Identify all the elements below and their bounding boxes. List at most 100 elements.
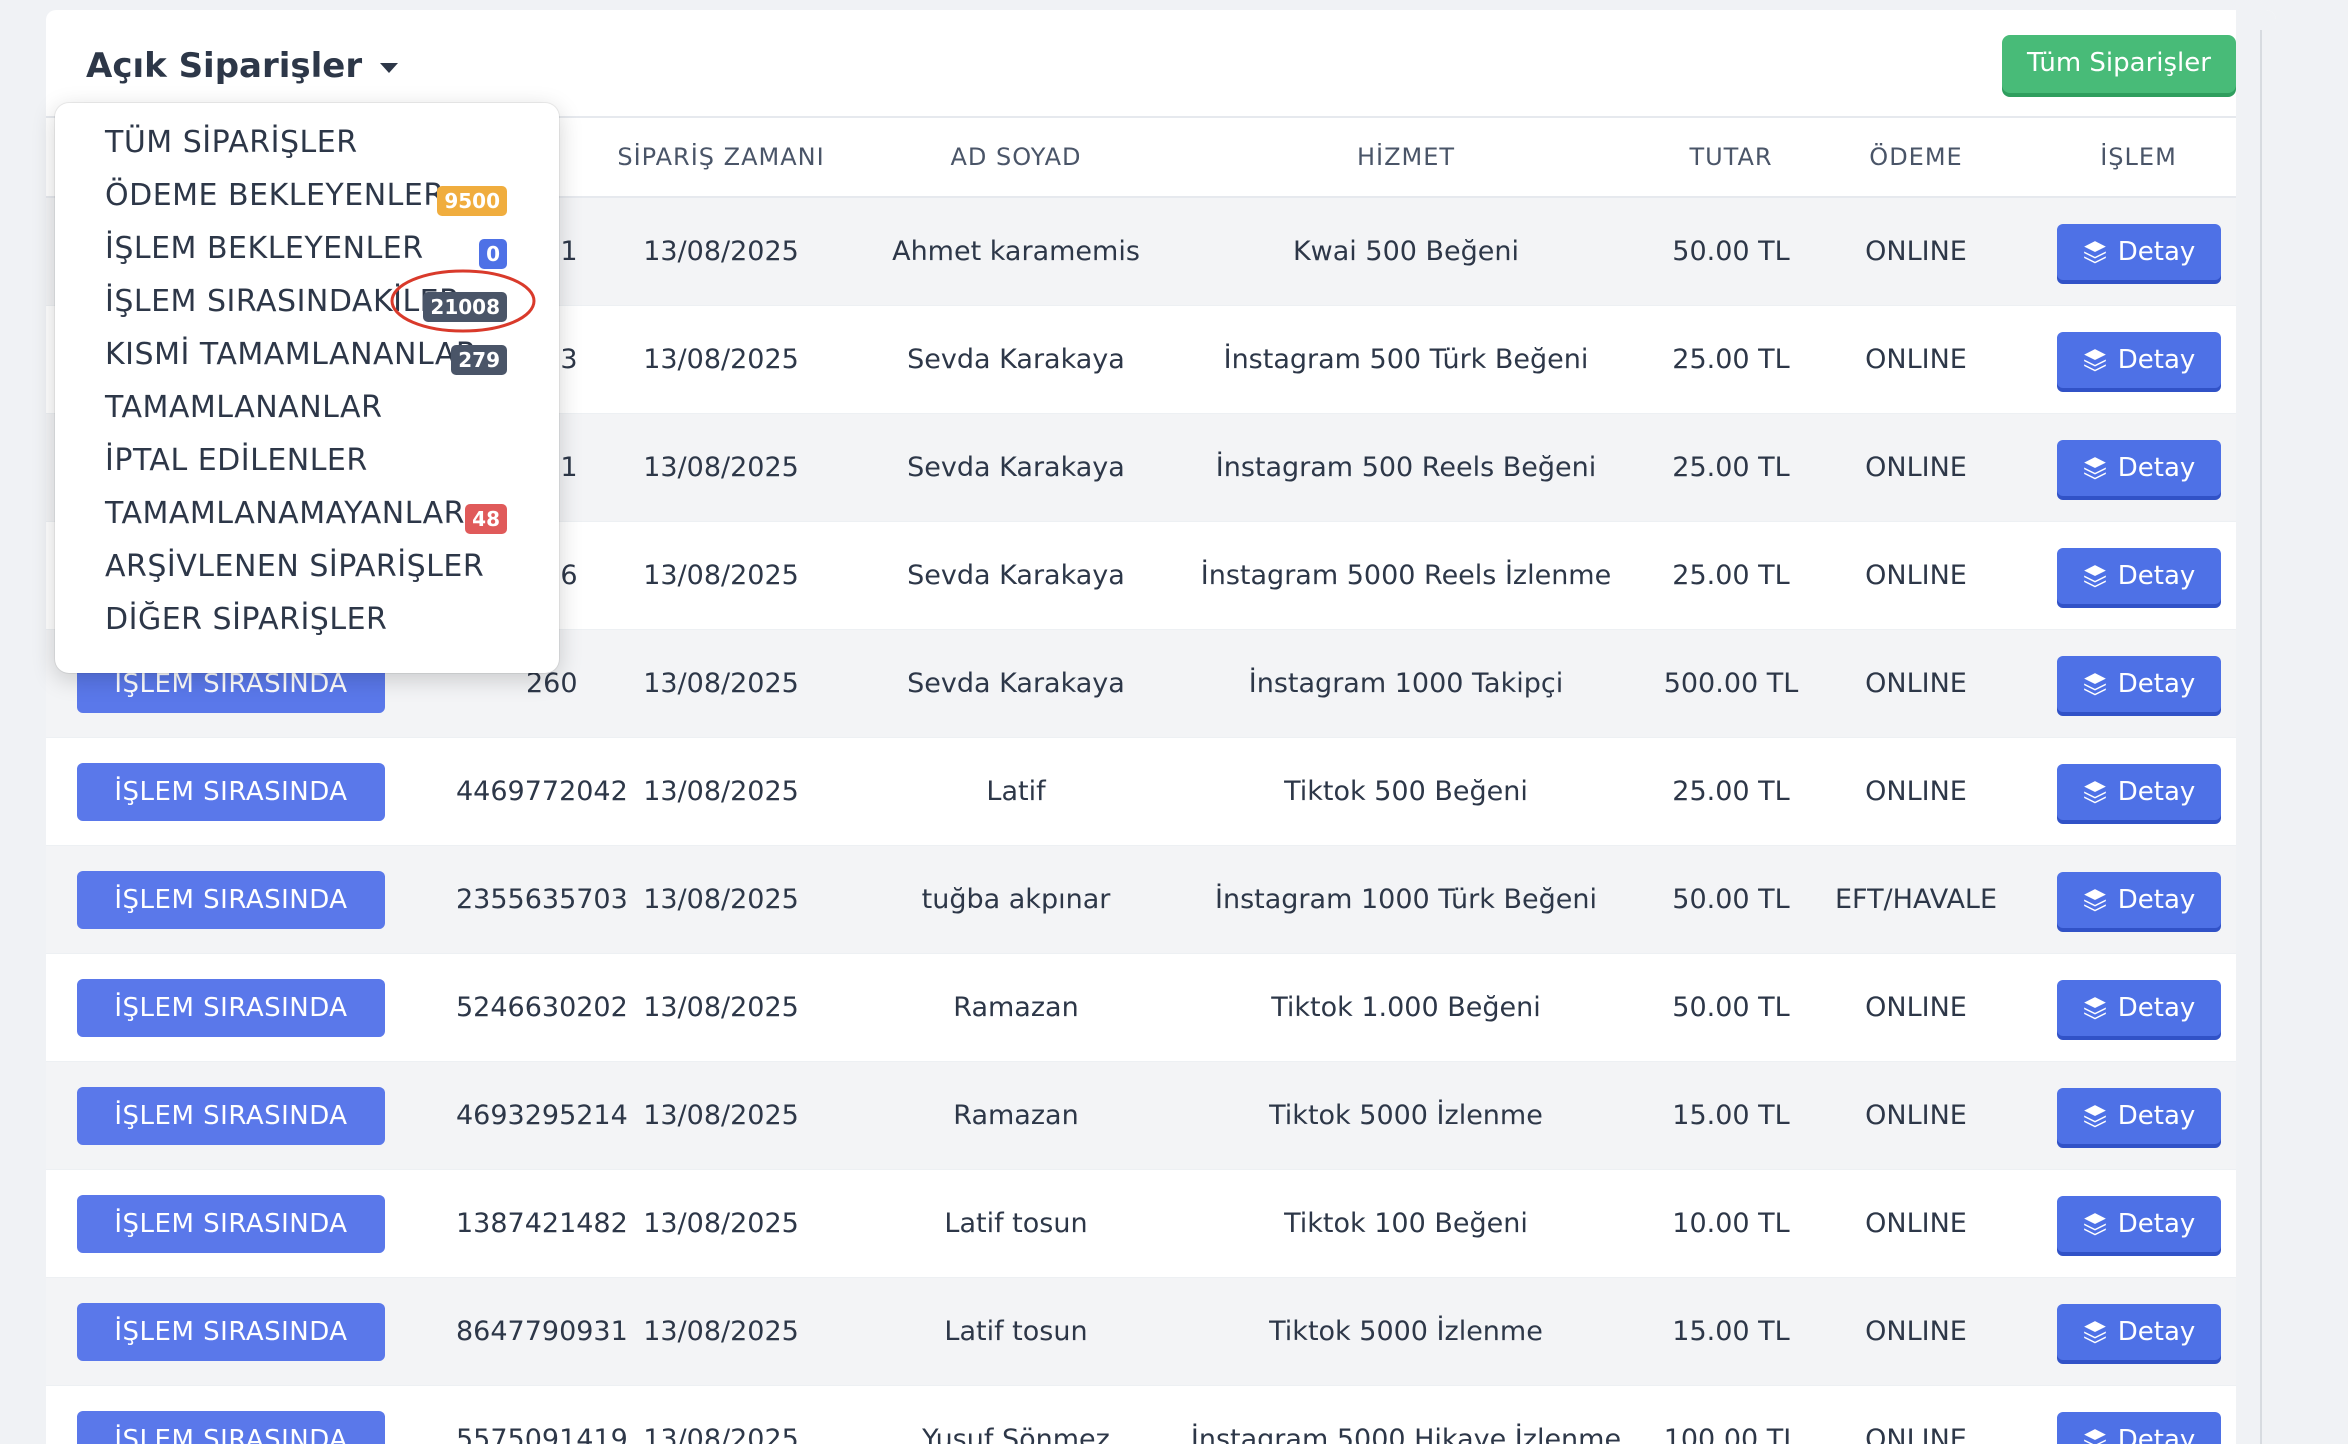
dropdown-item[interactable]: TAMAMLANAMAYANLAR xyxy=(105,496,465,531)
order-time-cell: 13/08/2025 xyxy=(591,1061,851,1170)
detail-button[interactable]: Detay xyxy=(2056,439,2221,496)
service-cell: Tiktok 100 Beğeni xyxy=(1181,1169,1631,1278)
detail-button[interactable]: Detay xyxy=(2056,763,2221,820)
table-row: İŞLEM SIRASINDA 8647790931 13/08/2025 Latif… xyxy=(46,1277,2276,1386)
detail-button[interactable]: Detay xyxy=(2056,331,2221,388)
order-filter-dropdown-menu: TÜM SİPARİŞLER ÖDEME BEKLEYENLER 9500 İŞLEM… xyxy=(55,103,559,673)
detail-button[interactable]: Detay xyxy=(2056,655,2221,712)
payment-cell: ONLINE xyxy=(1831,737,2001,846)
detail-button[interactable]: Detay xyxy=(2056,1411,2221,1444)
table-row: İŞLEM SIRASINDA 1387421482 13/08/2025 Latif… xyxy=(46,1169,2276,1278)
customer-name-cell: Latif tosun xyxy=(851,1277,1181,1386)
detail-button[interactable]: Detay xyxy=(2056,871,2221,928)
dropdown-item[interactable]: İŞLEM SIRASINDAKİLER xyxy=(105,284,460,319)
status-button[interactable]: İŞLEM SIRASINDA xyxy=(77,1302,385,1361)
detail-button[interactable]: Detay xyxy=(2056,1087,2221,1144)
dropdown-item[interactable]: İŞLEM BEKLEYENLER xyxy=(105,231,424,266)
status-button[interactable]: İŞLEM SIRASINDA xyxy=(77,1086,385,1145)
detail-button-label: Detay xyxy=(2117,560,2196,591)
detail-button-label: Detay xyxy=(2117,884,2196,915)
service-cell: İnstagram 1000 Takipçi xyxy=(1181,629,1631,738)
status-button[interactable]: İŞLEM SIRASINDA xyxy=(77,870,385,929)
detail-button-label: Detay xyxy=(2117,668,2196,699)
table-row: İŞLEM SIRASINDA 2355635703 13/08/2025 tuğba… xyxy=(46,845,2276,954)
service-cell: Tiktok 500 Beğeni xyxy=(1181,737,1631,846)
status-button[interactable]: İŞLEM SIRASINDA xyxy=(77,762,385,821)
amount-cell: 15.00 TL xyxy=(1631,1061,1831,1170)
order-time-cell: 13/08/2025 xyxy=(591,413,851,522)
action-cell: Detay xyxy=(2001,953,2276,1062)
count-badge: 9500 xyxy=(437,186,507,216)
payment-cell: ONLINE xyxy=(1831,521,2001,630)
customer-name-cell: Latif tosun xyxy=(851,1169,1181,1278)
dropdown-item[interactable]: ÖDEME BEKLEYENLER xyxy=(105,178,445,213)
status-button[interactable]: İŞLEM SIRASINDA xyxy=(77,1410,385,1444)
service-cell: İnstagram 500 Reels Beğeni xyxy=(1181,413,1631,522)
dropdown-item[interactable]: ARŞİVLENEN SİPARİŞLER xyxy=(105,549,484,584)
status-button[interactable]: İŞLEM SIRASINDA xyxy=(77,1194,385,1253)
order-code-cell: 5246630202 xyxy=(416,953,628,1062)
service-cell: Tiktok 5000 İzlenme xyxy=(1181,1277,1631,1386)
action-cell: Detay xyxy=(2001,413,2276,522)
column-header: AD SOYAD xyxy=(851,118,1181,198)
scrollbar-line xyxy=(2260,30,2262,1444)
customer-name-cell: Ramazan xyxy=(851,953,1181,1062)
amount-cell: 500.00 TL xyxy=(1631,629,1831,738)
payment-cell: ONLINE xyxy=(1831,953,2001,1062)
order-code-cell: 4469772042 xyxy=(416,737,628,846)
all-orders-button[interactable]: Tüm Siparişler xyxy=(2002,35,2236,93)
customer-name-cell: Yusuf Sönmez xyxy=(851,1385,1181,1444)
customer-name-cell: Sevda Karakaya xyxy=(851,629,1181,738)
open-orders-dropdown-toggle[interactable]: Açık Siparişler xyxy=(86,46,399,86)
layers-icon xyxy=(2082,563,2108,589)
detail-button[interactable]: Detay xyxy=(2056,1195,2221,1252)
status-cell: İŞLEM SIRASINDA xyxy=(46,737,416,846)
dropdown-item[interactable]: İPTAL EDİLENLER xyxy=(105,443,368,478)
service-cell: Tiktok 5000 İzlenme xyxy=(1181,1061,1631,1170)
dropdown-item[interactable]: TAMAMLANANLAR xyxy=(105,390,382,425)
layers-icon xyxy=(2082,671,2108,697)
customer-name-cell: Ramazan xyxy=(851,1061,1181,1170)
detail-button-label: Detay xyxy=(2117,776,2196,807)
status-button[interactable]: İŞLEM SIRASINDA xyxy=(77,978,385,1037)
action-cell: Detay xyxy=(2001,1169,2276,1278)
table-row: İŞLEM SIRASINDA 4469772042 13/08/2025 Latif… xyxy=(46,737,2276,846)
order-code-cell: 8647790931 xyxy=(416,1277,628,1386)
detail-button[interactable]: Detay xyxy=(2056,979,2221,1036)
detail-button[interactable]: Detay xyxy=(2056,223,2221,280)
service-cell: İnstagram 1000 Türk Beğeni xyxy=(1181,845,1631,954)
amount-cell: 25.00 TL xyxy=(1631,737,1831,846)
column-header: HİZMET xyxy=(1181,118,1631,198)
order-code-cell: 1387421482 xyxy=(416,1169,628,1278)
detail-button-label: Detay xyxy=(2117,344,2196,375)
layers-icon xyxy=(2082,455,2108,481)
amount-cell: 10.00 TL xyxy=(1631,1169,1831,1278)
order-time-cell: 13/08/2025 xyxy=(591,845,851,954)
status-cell: İŞLEM SIRASINDA xyxy=(46,1385,416,1444)
dropdown-item[interactable]: KISMİ TAMAMLANANLAR xyxy=(105,337,477,372)
dropdown-item[interactable]: DİĞER SİPARİŞLER xyxy=(105,602,387,637)
status-cell: İŞLEM SIRASINDA xyxy=(46,1061,416,1170)
order-time-cell: 13/08/2025 xyxy=(591,1277,851,1386)
order-time-cell: 13/08/2025 xyxy=(591,305,851,414)
action-cell: Detay xyxy=(2001,1385,2276,1444)
amount-cell: 50.00 TL xyxy=(1631,197,1831,306)
detail-button[interactable]: Detay xyxy=(2056,1303,2221,1360)
status-cell: İŞLEM SIRASINDA xyxy=(46,1169,416,1278)
order-time-cell: 13/08/2025 xyxy=(591,737,851,846)
payment-cell: ONLINE xyxy=(1831,305,2001,414)
table-row: İŞLEM SIRASINDA 4693295214 13/08/2025 Ramaz… xyxy=(46,1061,2276,1170)
action-cell: Detay xyxy=(2001,521,2276,630)
amount-cell: 25.00 TL xyxy=(1631,521,1831,630)
order-time-cell: 13/08/2025 xyxy=(591,1385,851,1444)
detail-button[interactable]: Detay xyxy=(2056,547,2221,604)
status-cell: İŞLEM SIRASINDA xyxy=(46,845,416,954)
payment-cell: ONLINE xyxy=(1831,1385,2001,1444)
layers-icon xyxy=(2082,1427,2108,1444)
amount-cell: 25.00 TL xyxy=(1631,413,1831,522)
customer-name-cell: Ahmet karamemis xyxy=(851,197,1181,306)
dropdown-item[interactable]: TÜM SİPARİŞLER xyxy=(105,125,358,160)
amount-cell: 100.00 TL xyxy=(1631,1385,1831,1444)
amount-cell: 15.00 TL xyxy=(1631,1277,1831,1386)
count-badge: 279 xyxy=(451,345,507,375)
